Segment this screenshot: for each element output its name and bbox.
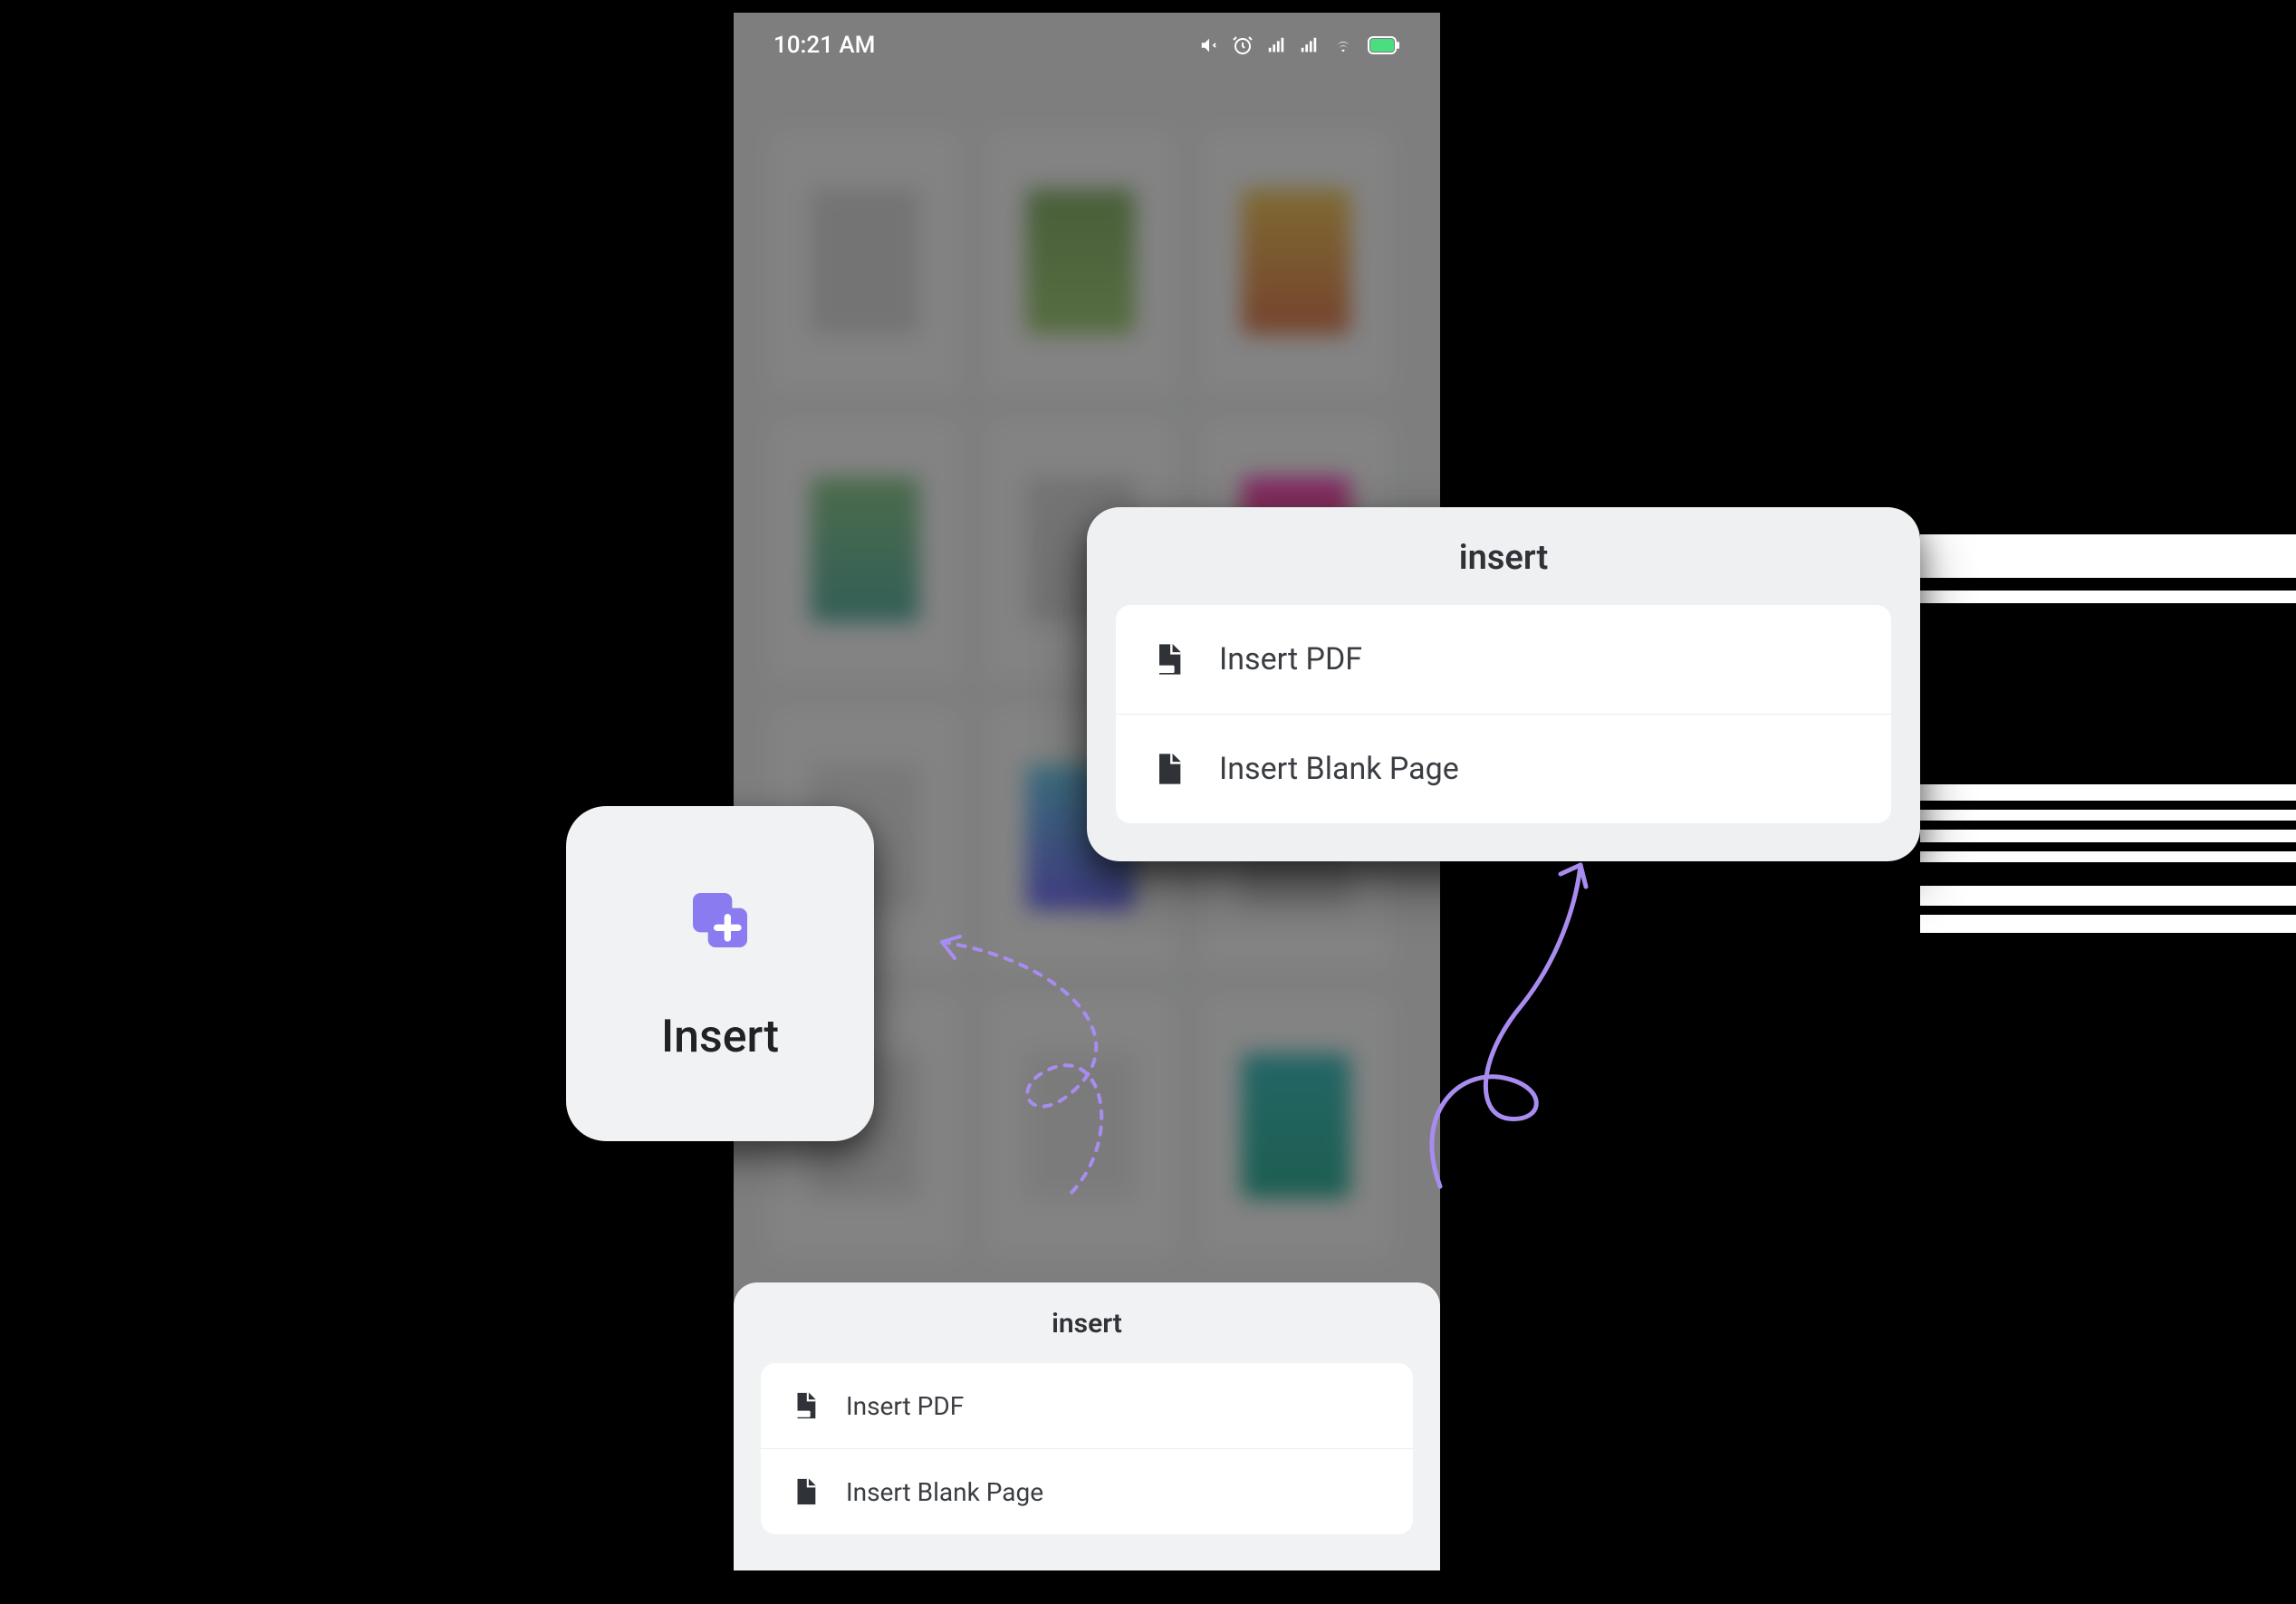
insert-pdf-option[interactable]: Insert PDF bbox=[761, 1363, 1413, 1448]
option-label: Insert PDF bbox=[846, 1391, 964, 1421]
insert-blank-page-option[interactable]: Insert Blank Page bbox=[761, 1448, 1413, 1534]
document-pdf-icon bbox=[790, 1390, 821, 1421]
alarm-icon bbox=[1232, 34, 1254, 56]
popup-title: insert bbox=[1116, 538, 1891, 578]
document-blank-icon bbox=[1150, 751, 1186, 787]
wifi-icon bbox=[1331, 35, 1355, 55]
signal-icon bbox=[1299, 35, 1319, 55]
document-blank-icon bbox=[790, 1476, 821, 1507]
insert-blank-page-option[interactable]: Insert Blank Page bbox=[1116, 714, 1891, 823]
insert-copy-plus-icon bbox=[684, 884, 756, 956]
signal-icon bbox=[1266, 35, 1286, 55]
sheet-option-list: Insert PDF Insert Blank Page bbox=[761, 1363, 1413, 1534]
popup-option-list: Insert PDF Insert Blank Page bbox=[1116, 605, 1891, 823]
decorative-stripes bbox=[1920, 534, 2296, 946]
insert-popup: insert Insert PDF Insert Blank Page bbox=[1087, 507, 1920, 861]
insert-pdf-option[interactable]: Insert PDF bbox=[1116, 605, 1891, 714]
insert-bottom-sheet: insert Insert PDF Insert Blank Page bbox=[734, 1282, 1440, 1570]
sheet-title: insert bbox=[761, 1308, 1413, 1340]
status-time: 10:21 AM bbox=[773, 32, 875, 59]
option-label: Insert PDF bbox=[1219, 641, 1362, 677]
document-pdf-icon bbox=[1150, 641, 1186, 677]
insert-card-label: Insert bbox=[661, 1011, 779, 1063]
status-bar: 10:21 AM bbox=[734, 13, 1440, 78]
option-label: Insert Blank Page bbox=[846, 1477, 1043, 1507]
battery-icon bbox=[1368, 36, 1400, 54]
insert-card[interactable]: Insert bbox=[566, 806, 874, 1141]
mute-icon bbox=[1199, 35, 1219, 55]
option-label: Insert Blank Page bbox=[1219, 751, 1459, 787]
status-icons bbox=[1199, 34, 1400, 56]
